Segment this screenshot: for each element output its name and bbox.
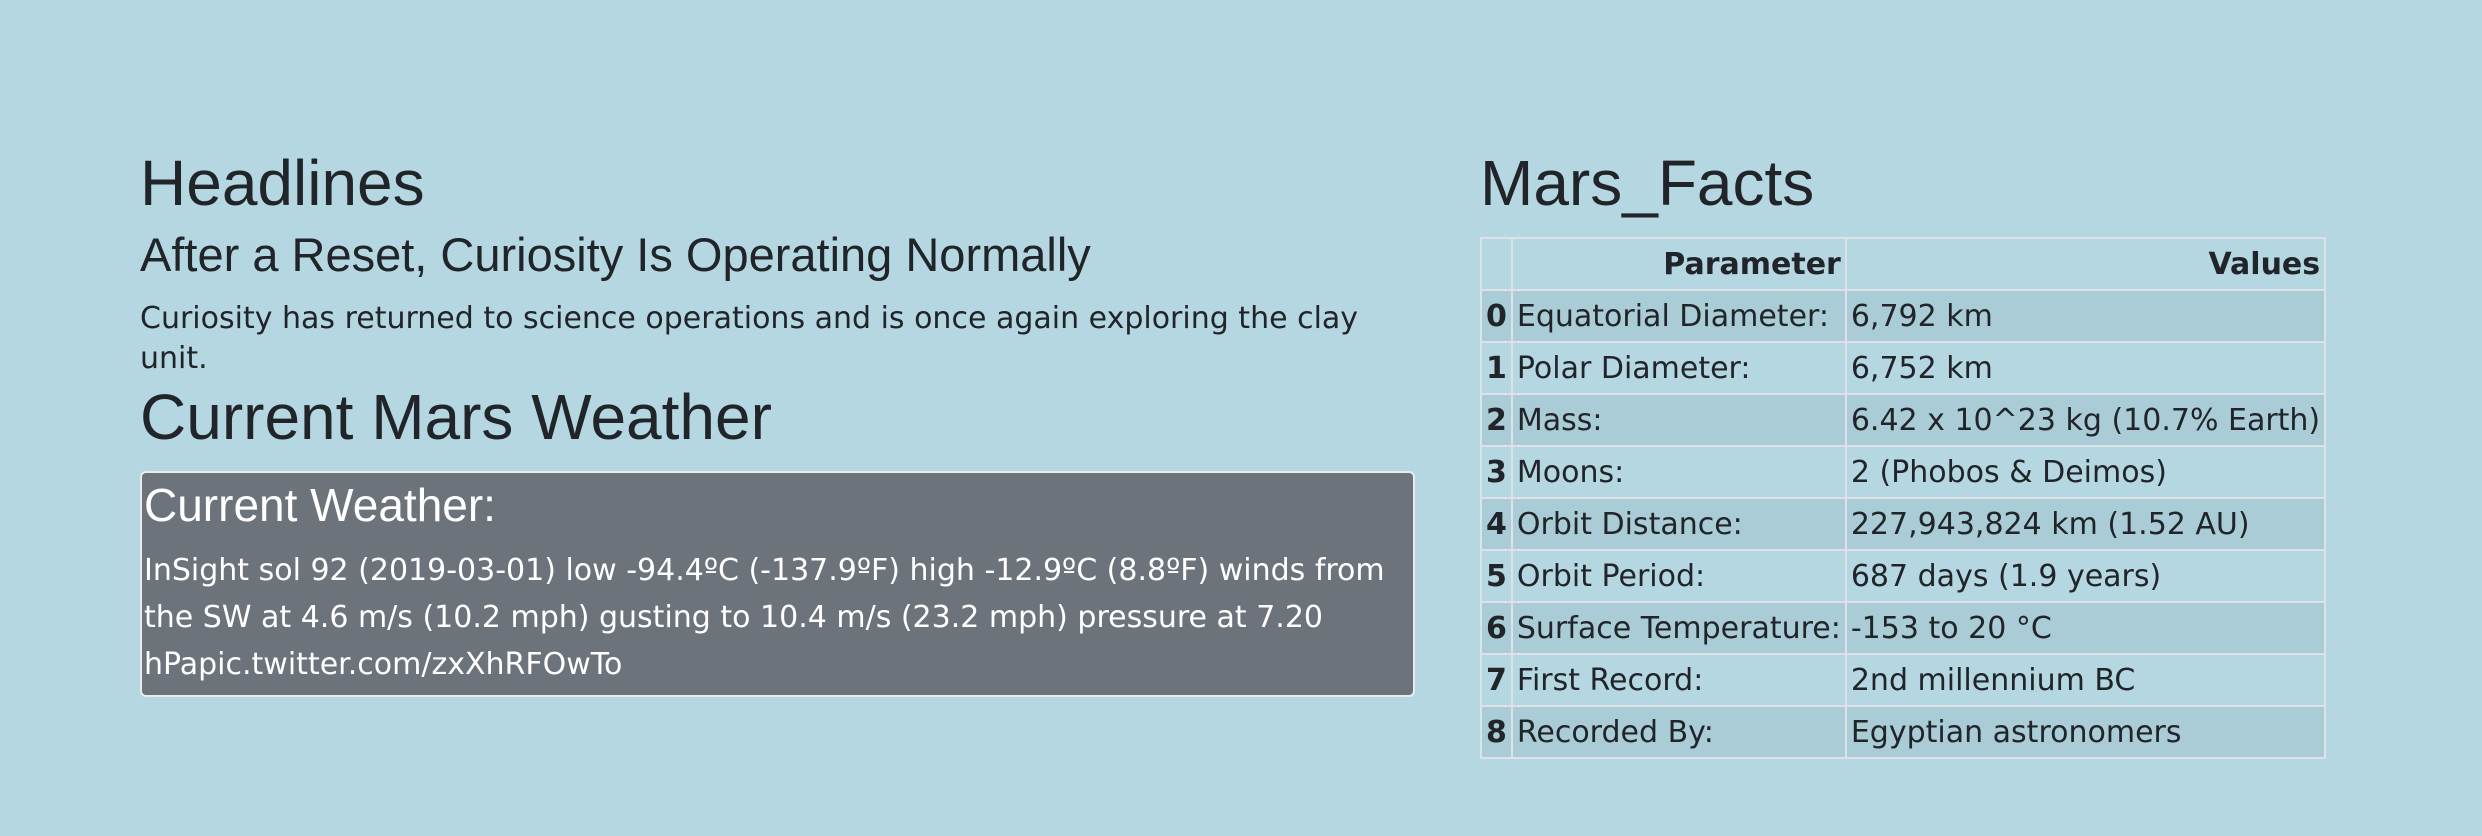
table-header-row: Parameter Values [1480, 237, 2327, 291]
value-cell: 227,943,824 km (1.52 AU) [1844, 497, 2327, 551]
mars-facts-table: Parameter Values 0 Equatorial Diameter: … [1480, 237, 2327, 759]
weather-card-title: Current Weather: [144, 479, 496, 531]
parameter-cell: First Record: [1510, 653, 1847, 707]
parameter-cell: Polar Diameter: [1510, 341, 1847, 395]
row-index: 3 [1480, 445, 1513, 499]
mars-facts-heading: Mars_Facts [1480, 147, 1815, 219]
weather-heading: Current Mars Weather [140, 381, 772, 453]
table-row: 3 Moons: 2 (Phobos & Deimos) [1480, 445, 2327, 499]
table-row: 8 Recorded By: Egyptian astronomers [1480, 705, 2327, 759]
row-index: 6 [1480, 601, 1513, 655]
values-column-header: Values [1844, 237, 2327, 291]
table-row: 5 Orbit Period: 687 days (1.9 years) [1480, 549, 2327, 603]
table-row: 1 Polar Diameter: 6,752 km [1480, 341, 2327, 395]
index-column-header [1480, 237, 1513, 291]
row-index: 1 [1480, 341, 1513, 395]
parameter-cell: Recorded By: [1510, 705, 1847, 759]
row-index: 5 [1480, 549, 1513, 603]
headlines-heading: Headlines [140, 147, 425, 219]
parameter-cell: Surface Temperature: [1510, 601, 1847, 655]
value-cell: -153 to 20 °C [1844, 601, 2327, 655]
value-cell: 2 (Phobos & Deimos) [1844, 445, 2327, 499]
value-cell: 6.42 x 10^23 kg (10.7% Earth) [1844, 393, 2327, 447]
row-index: 7 [1480, 653, 1513, 707]
row-index: 0 [1480, 289, 1513, 343]
value-cell: 6,752 km [1844, 341, 2327, 395]
news-title[interactable]: After a Reset, Curiosity Is Operating No… [140, 227, 1420, 283]
table-row: 2 Mass: 6.42 x 10^23 kg (10.7% Earth) [1480, 393, 2327, 447]
table-row: 7 First Record: 2nd millennium BC [1480, 653, 2327, 707]
value-cell: 2nd millennium BC [1844, 653, 2327, 707]
left-column: Headlines After a Reset, Curiosity Is Op… [140, 145, 1420, 697]
value-cell: 6,792 km [1844, 289, 2327, 343]
row-index: 4 [1480, 497, 1513, 551]
table-row: 6 Surface Temperature: -153 to 20 °C [1480, 601, 2327, 655]
parameter-column-header: Parameter [1510, 237, 1847, 291]
table-row: 0 Equatorial Diameter: 6,792 km [1480, 289, 2327, 343]
parameter-cell: Moons: [1510, 445, 1847, 499]
parameter-cell: Orbit Period: [1510, 549, 1847, 603]
parameter-cell: Orbit Distance: [1510, 497, 1847, 551]
row-index: 8 [1480, 705, 1513, 759]
value-cell: Egyptian astronomers [1844, 705, 2327, 759]
parameter-cell: Equatorial Diameter: [1510, 289, 1847, 343]
right-column: Mars_Facts Parameter Values 0 Equatorial… [1480, 145, 2380, 759]
weather-report-text: InSight sol 92 (2019-03-01) low -94.4ºC … [144, 553, 1385, 682]
value-cell: 687 days (1.9 years) [1844, 549, 2327, 603]
table-row: 4 Orbit Distance: 227,943,824 km (1.52 A… [1480, 497, 2327, 551]
row-index: 2 [1480, 393, 1513, 447]
weather-card: Current Weather: InSight sol 92 (2019-03… [140, 471, 1415, 697]
news-teaser: Curiosity has returned to science operat… [140, 301, 1359, 376]
parameter-cell: Mass: [1510, 393, 1847, 447]
